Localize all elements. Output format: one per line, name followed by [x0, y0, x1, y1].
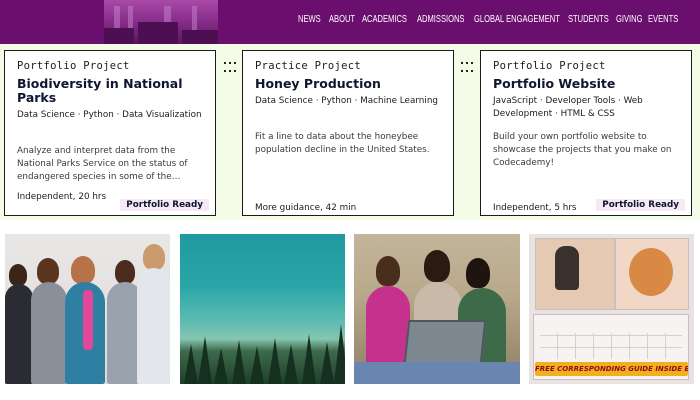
- card-description: Analyze and interpret data from the Nati…: [17, 146, 188, 182]
- portfolio-ready-badge: Portfolio Ready: [596, 199, 685, 211]
- card-meta: Independent, 5 hrs: [493, 203, 577, 213]
- carousel-divider-dots: [461, 62, 473, 74]
- card-type: Practice Project: [255, 60, 361, 72]
- card-tags: Data Science · Python · Machine Learning: [255, 96, 438, 106]
- card-title[interactable]: Biodiversity in National Parks: [17, 77, 207, 105]
- project-card[interactable]: Portfolio Project Portfolio Website Java…: [480, 50, 692, 216]
- nav-item-giving[interactable]: GIVING: [616, 13, 642, 25]
- calendar-product-photo[interactable]: FREE CORRESPONDING GUIDE INSIDE EACH CAL…: [529, 234, 694, 384]
- nav-item-news[interactable]: NEWS: [298, 13, 321, 25]
- card-description: Fit a line to data about the honeybee po…: [255, 132, 430, 155]
- main-nav: NEWS ABOUT ACADEMICS ADMISSIONS GLOBAL E…: [298, 13, 690, 25]
- calendar-guide-ribbon: FREE CORRESPONDING GUIDE INSIDE EACH CAL…: [535, 362, 688, 376]
- nav-item-admissions[interactable]: ADMISSIONS: [417, 13, 464, 25]
- nav-item-students[interactable]: STUDENTS: [568, 13, 609, 25]
- campus-banner-image: [104, 0, 218, 44]
- top-nav-bar: NEWS ABOUT ACADEMICS ADMISSIONS GLOBAL E…: [0, 0, 700, 44]
- card-title[interactable]: Honey Production: [255, 77, 445, 91]
- nav-item-about[interactable]: ABOUT: [329, 13, 355, 25]
- card-type: Portfolio Project: [17, 60, 130, 72]
- students-laptop-photo[interactable]: [354, 234, 520, 384]
- portfolio-ready-badge: Portfolio Ready: [120, 199, 209, 211]
- card-meta: More guidance, 42 min: [255, 203, 357, 213]
- card-type: Portfolio Project: [493, 60, 606, 72]
- students-group-photo[interactable]: [5, 234, 170, 384]
- card-description: Build your own portfolio website to show…: [493, 132, 672, 168]
- card-tags: JavaScript · Developer Tools · Web Devel…: [493, 96, 643, 119]
- project-card[interactable]: Portfolio Project Biodiversity in Nation…: [4, 50, 216, 216]
- forest-landscape-photo[interactable]: [180, 234, 345, 384]
- nav-item-academics[interactable]: ACADEMICS: [362, 13, 407, 25]
- nav-item-events[interactable]: EVENTS: [648, 13, 678, 25]
- project-card[interactable]: Practice Project Honey Production Data S…: [242, 50, 454, 216]
- card-meta: Independent, 20 hrs: [17, 192, 107, 202]
- card-tags: Data Science · Python · Data Visualizati…: [17, 110, 202, 120]
- card-title[interactable]: Portfolio Website: [493, 77, 683, 91]
- nav-item-global-engagement[interactable]: GLOBAL ENGAGEMENT: [474, 13, 560, 25]
- carousel-divider-dots: [224, 62, 236, 74]
